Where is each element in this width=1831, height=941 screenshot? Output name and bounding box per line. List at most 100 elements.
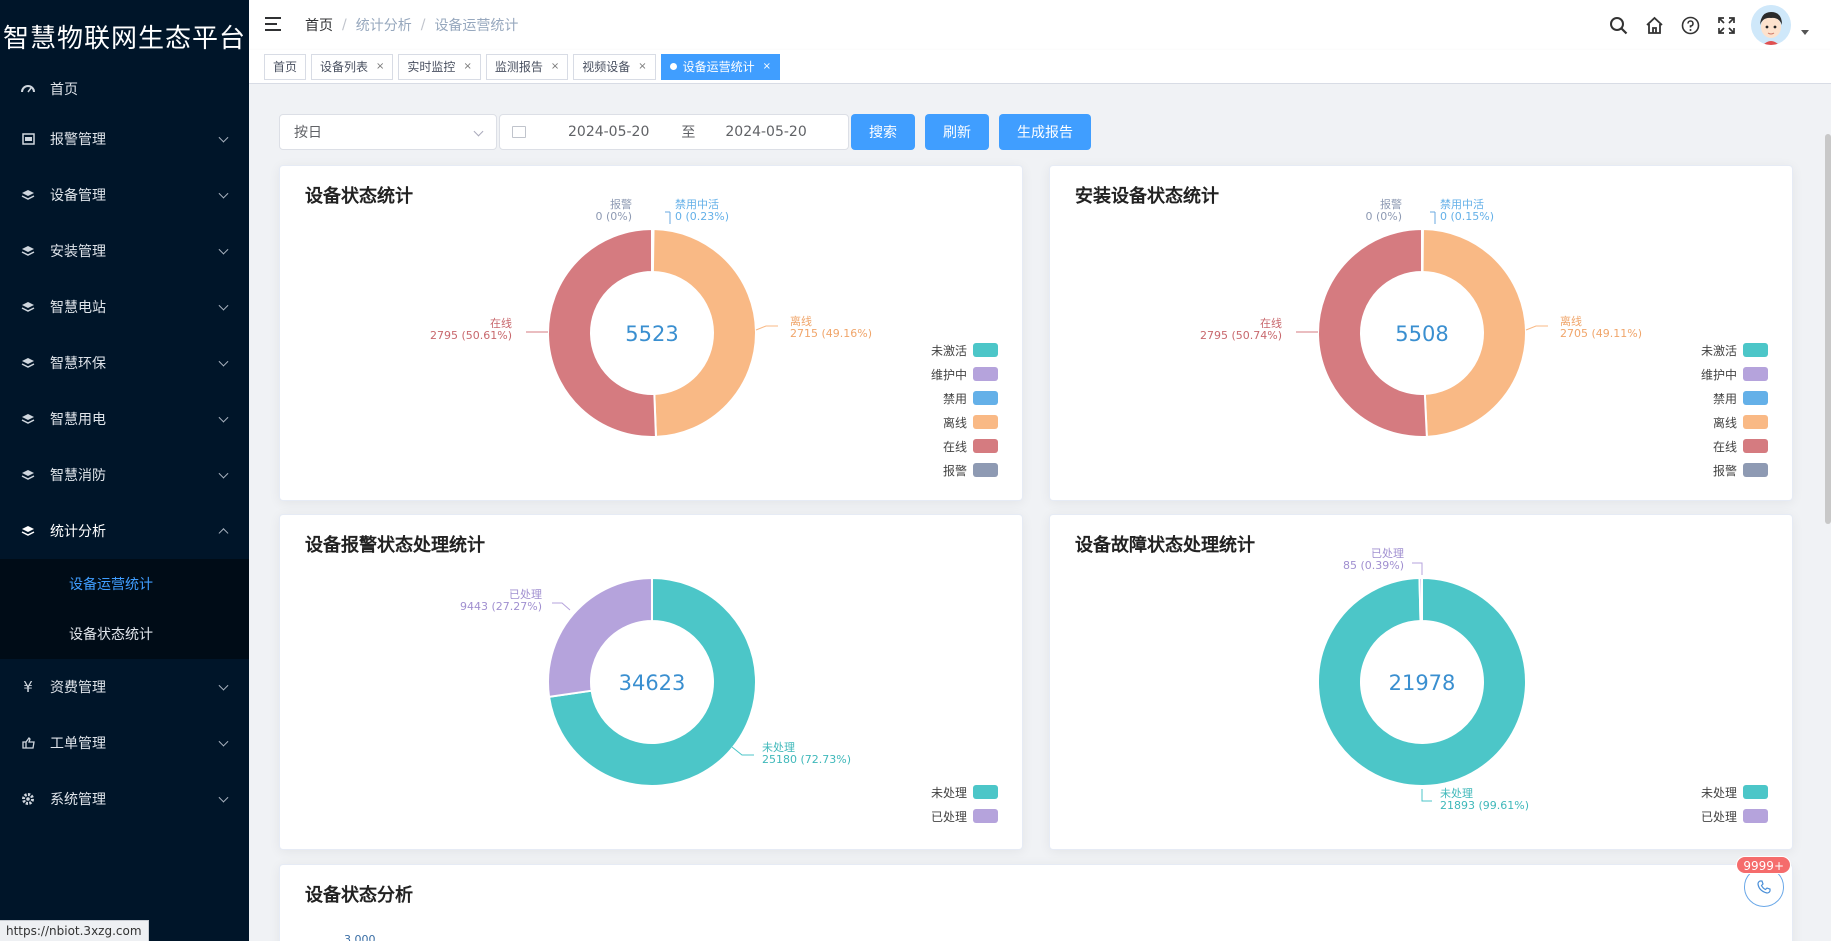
legend-item[interactable]: 已处理	[931, 804, 998, 828]
label-leader	[552, 602, 571, 611]
label-leader	[1525, 325, 1548, 331]
tag-monitor-report[interactable]: 监测报告 ×	[485, 53, 569, 80]
layers-icon	[20, 355, 36, 371]
chevron-down-icon	[218, 736, 229, 747]
legend-item[interactable]: 禁用	[1701, 386, 1768, 410]
legend-item[interactable]: 未激活	[931, 338, 998, 362]
thumb-icon	[20, 735, 36, 751]
legend-item[interactable]: 在线	[1701, 434, 1768, 458]
tag-realtime-monitor[interactable]: 实时监控 ×	[398, 53, 481, 80]
layers-icon	[20, 411, 36, 427]
sidebar-item-home[interactable]: 首页	[0, 72, 249, 105]
legend-swatch	[973, 367, 998, 381]
search-button[interactable]: 搜索	[851, 114, 915, 150]
y-axis-tick-label: 3,000	[344, 933, 376, 941]
legend-label: 禁用	[942, 391, 967, 406]
legend-label: 已处理	[930, 809, 967, 824]
legend-swatch	[973, 463, 998, 477]
tag-device-list[interactable]: 设备列表 ×	[311, 53, 394, 80]
header-actions	[1593, 0, 1809, 50]
legend-swatch	[1743, 463, 1768, 477]
page-scrollbar[interactable]	[1825, 134, 1831, 524]
sidebar-item-alarm[interactable]: 报警管理	[0, 111, 249, 167]
end-date[interactable]: 2024-05-20	[725, 124, 806, 140]
pie-slice-已处理[interactable]	[1418, 576, 1423, 623]
label-leader	[1412, 562, 1423, 575]
help-icon[interactable]	[1679, 14, 1701, 36]
pie-label-alarm-value: 0 (0%)	[595, 210, 632, 223]
breadcrumb-home[interactable]: 首页	[305, 15, 333, 35]
legend-item[interactable]: 维护中	[1701, 362, 1768, 386]
legend-label: 维护中	[930, 367, 967, 382]
sidebar-item-label: 智慧用电	[50, 412, 106, 428]
legend-item[interactable]: 未处理	[931, 780, 998, 804]
start-date[interactable]: 2024-05-20	[568, 124, 649, 140]
close-icon[interactable]: ×	[376, 61, 384, 72]
sidebar-item-statistics[interactable]: 统计分析	[0, 503, 249, 559]
fault-handling-pie-chart: 21978 已处理 85 (0.39%) 未处理 21893 (99.61%)	[1317, 547, 1529, 812]
sidebar-item-label: 智慧电站	[50, 300, 106, 316]
sidebar-item-install[interactable]: 安装管理	[0, 223, 249, 279]
legend-label: 离线	[1712, 415, 1737, 430]
sidebar-item-label: 智慧环保	[50, 356, 106, 372]
pie-label-alarm-name: 报警	[1380, 197, 1402, 211]
legend-item[interactable]: 离线	[931, 410, 998, 434]
date-range-picker[interactable]: 2024-05-20 至 2024-05-20	[499, 114, 849, 150]
tag-device-operation[interactable]: 设备运营统计 ×	[660, 53, 781, 80]
legend-label: 未处理	[930, 785, 967, 800]
sidebar-item-billing[interactable]: ¥ 资费管理	[0, 659, 249, 715]
pie-label-offline-name: 离线	[1560, 314, 1582, 328]
legend-item[interactable]: 在线	[931, 434, 998, 458]
app-title: 智慧物联网生态平台	[2, 23, 246, 54]
close-icon[interactable]: ×	[551, 61, 559, 72]
chevron-down-icon	[218, 792, 229, 803]
home-icon[interactable]	[1643, 14, 1665, 36]
install-status-card: 安装设备状态统计 5508 报警 0 (0%) 禁用中活 0 (0.15%) 离…	[1049, 165, 1793, 501]
chevron-down-icon	[218, 244, 229, 255]
sidebar-item-device[interactable]: 设备管理	[0, 167, 249, 223]
submenu-item-device-status[interactable]: 设备状态统计	[0, 609, 249, 659]
legend-item[interactable]: 离线	[1701, 410, 1768, 434]
tag-video-device[interactable]: 视频设备 ×	[573, 53, 656, 80]
generate-report-button[interactable]: 生成报告	[999, 114, 1091, 150]
legend-item[interactable]: 报警	[1701, 458, 1768, 482]
sidebar-item-fire[interactable]: 智慧消防	[0, 447, 249, 503]
close-icon[interactable]: ×	[463, 61, 471, 72]
breadcrumb-separator: /	[342, 17, 347, 33]
active-dot-icon	[669, 63, 677, 70]
close-icon[interactable]: ×	[763, 61, 771, 72]
pie-label-alarm-name: 报警	[610, 197, 632, 211]
legend-item[interactable]: 未激活	[1701, 338, 1768, 362]
sidebar-item-environment[interactable]: 智慧环保	[0, 335, 249, 391]
sidebar-item-system[interactable]: 系统管理	[0, 771, 249, 827]
phone-icon	[1757, 880, 1771, 894]
refresh-button[interactable]: 刷新	[925, 114, 989, 150]
legend-item[interactable]: 已处理	[1701, 804, 1768, 828]
chevron-up-icon	[218, 528, 229, 539]
breadcrumb: 首页 / 统计分析 / 设备运营统计	[305, 15, 518, 35]
caret-down-icon[interactable]	[1801, 29, 1809, 35]
legend-item[interactable]: 禁用	[931, 386, 998, 410]
card-title: 设备状态分析	[305, 885, 413, 906]
avatar[interactable]	[1751, 5, 1791, 45]
sidebar-item-work-order[interactable]: 工单管理	[0, 715, 249, 771]
period-select[interactable]: 按日	[279, 114, 497, 150]
sidebar-item-electricity[interactable]: 智慧用电	[0, 391, 249, 447]
sidebar-item-power-station[interactable]: 智慧电站	[0, 279, 249, 335]
submenu-item-device-operation[interactable]: 设备运营统计	[0, 559, 249, 609]
legend-item[interactable]: 未处理	[1701, 780, 1768, 804]
legend-item[interactable]: 报警	[931, 458, 998, 482]
fullscreen-icon[interactable]	[1715, 14, 1737, 36]
sidebar-item-label: 报警管理	[50, 132, 106, 148]
install-status-pie-chart: 5508 报警 0 (0%) 禁用中活 0 (0.15%) 离线 2705 (4…	[1200, 197, 1642, 438]
close-icon[interactable]: ×	[638, 61, 646, 72]
pie-center-total: 5523	[625, 322, 678, 346]
legend-item[interactable]: 维护中	[931, 362, 998, 386]
tag-home[interactable]: 首页	[264, 53, 307, 80]
chevron-down-icon	[218, 468, 229, 479]
pie-label-unhandled-value: 25180 (72.73%)	[762, 753, 851, 766]
search-icon[interactable]	[1607, 14, 1629, 36]
sidebar-item-label: 工单管理	[50, 736, 106, 752]
legend-label: 离线	[942, 415, 967, 430]
hamburger-icon[interactable]	[265, 17, 283, 33]
